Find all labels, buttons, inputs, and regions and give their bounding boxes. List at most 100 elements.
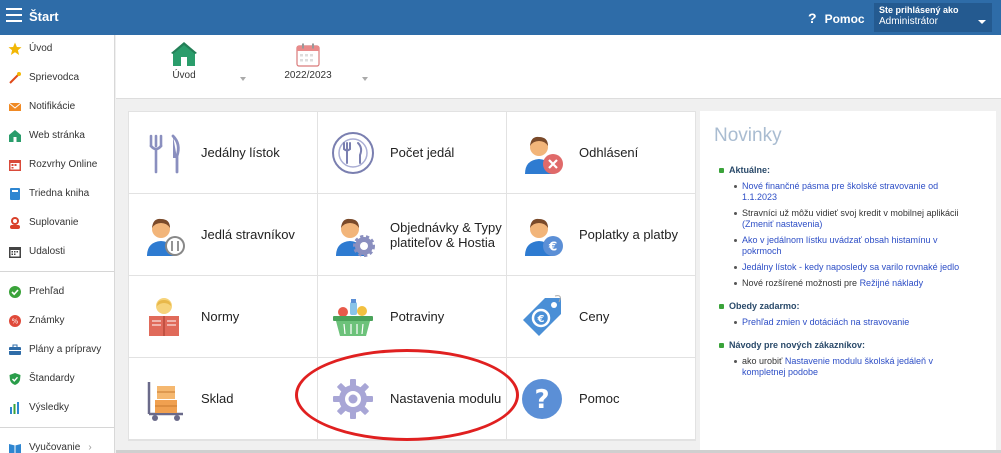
- tile-grid: Jedálny lístok Počet jedál Odhlásení Jed…: [128, 111, 696, 441]
- tile-label: Ceny: [579, 309, 610, 324]
- sidebar-item-label: Štandardy: [29, 373, 75, 384]
- sidebar-item-suplovanie[interactable]: Suplovanie: [0, 208, 114, 237]
- news-link[interactable]: Nové finančné pásma pre školské stravova…: [742, 181, 938, 202]
- tile-label: Počet jedál: [390, 145, 455, 160]
- news-link[interactable]: Ako v jedálnom lístku uvádzať obsah hist…: [742, 235, 937, 256]
- sidebar-item-sprievodca[interactable]: Sprievodca: [0, 63, 114, 92]
- sidebar-item-label: Web stránka: [29, 130, 85, 141]
- list-item: ako urobiť Nastavenie modulu školská jed…: [734, 356, 964, 378]
- bar-chart-icon: [10, 401, 19, 414]
- news-section-heading: Obedy zadarmo:: [719, 301, 996, 311]
- news-title: Novinky: [714, 125, 782, 146]
- news-section-heading: Návody pre nových zákazníkov:: [719, 340, 996, 350]
- news-panel: Novinky Aktuálne: Nové finančné pásma pr…: [700, 111, 996, 451]
- news-list: Nové finančné pásma pre školské stravova…: [734, 181, 964, 289]
- person-euro-icon: €: [525, 218, 563, 256]
- svg-text:€: €: [548, 239, 557, 253]
- tile-label: Normy: [201, 309, 240, 324]
- tile-ceny[interactable]: € Ceny: [507, 276, 695, 357]
- user-logged-in-label: Ste prihlásený ako: [879, 5, 959, 15]
- user-role: Administrátor: [879, 16, 938, 27]
- svg-text:?: ?: [534, 385, 549, 415]
- svg-text:%: %: [12, 317, 19, 325]
- sidebar-item-uvod[interactable]: Úvod: [0, 34, 114, 63]
- tile-nastavenia-modulu[interactable]: Nastavenia modulu: [318, 358, 506, 439]
- quick-item-label: Úvod: [172, 70, 196, 81]
- sidebar-item-label: Úvod: [29, 43, 53, 54]
- news-section-heading: Aktuálne:: [719, 165, 996, 175]
- sidebar-item-vyucovanie[interactable]: Vyučovanie ›: [0, 433, 114, 453]
- sidebar-divider: [0, 427, 114, 428]
- sidebar-item-label: Sprievodca: [29, 72, 80, 83]
- envelope-icon: [8, 102, 22, 111]
- sidebar-item-label: Triedna kniha: [29, 188, 90, 199]
- tile-poplatky-a-platby[interactable]: € Poplatky a platby: [507, 194, 695, 275]
- help-button[interactable]: ? Pomoc: [808, 10, 865, 26]
- list-item: Nové rozšírené možnosti pre Režijné nákl…: [734, 278, 964, 289]
- warehouse-cart-icon: [147, 381, 183, 421]
- sidebar-item-vysledky[interactable]: Výsledky: [0, 393, 114, 422]
- chevron-right-icon: ›: [88, 442, 92, 453]
- news-link[interactable]: Režijné náklady: [860, 278, 924, 288]
- sidebar-item-standardy[interactable]: Štandardy: [0, 364, 114, 393]
- tile-label: Jedlá stravníkov: [201, 227, 295, 242]
- help-circle-icon: ?: [522, 378, 562, 419]
- sidebar-item-udalosti[interactable]: Udalosti: [0, 237, 114, 266]
- sidebar-item-label: Udalosti: [29, 246, 66, 257]
- briefcase-icon: [9, 344, 21, 355]
- sidebar-item-label: Známky: [29, 315, 65, 326]
- book-icon: [10, 187, 20, 200]
- book-open-icon: [9, 443, 21, 453]
- plate-icon: [332, 131, 374, 174]
- news-link[interactable]: Jedálny lístok - kedy naposledy sa varil…: [742, 262, 959, 272]
- home-icon: [171, 42, 197, 66]
- price-tag-icon: €: [523, 294, 561, 336]
- sidebar-item-label: Vyučovanie: [29, 442, 81, 453]
- tile-label: Jedálny lístok: [201, 145, 280, 160]
- quick-item-label: 2022/2023: [284, 70, 332, 81]
- news-link[interactable]: Prehľad zmien v dotáciách na stravovanie: [742, 317, 909, 327]
- tile-label: Potraviny: [390, 309, 445, 324]
- wand-icon: [9, 71, 21, 84]
- tile-objednavky[interactable]: Objednávky & Typy platiteľov & Hostia: [318, 194, 506, 275]
- tile-normy[interactable]: Normy: [129, 276, 317, 357]
- tile-label: Objednávky & Typy platiteľov & Hostia: [390, 219, 502, 250]
- news-list: Prehľad zmien v dotáciách na stravovanie: [734, 317, 964, 328]
- news-link[interactable]: (Zmeniť nastavenia): [742, 219, 822, 229]
- list-item: Ako v jedálnom lístku uvádzať obsah hist…: [734, 235, 964, 257]
- tile-label: Nastavenia modulu: [390, 391, 502, 406]
- chevron-down-icon: [240, 77, 246, 81]
- person-cancel-icon: [525, 136, 563, 174]
- sidebar-item-prehlad[interactable]: Prehľad: [0, 277, 114, 306]
- tile-potraviny[interactable]: Potraviny: [318, 276, 506, 357]
- sidebar-item-web-stranka[interactable]: Web stránka: [0, 121, 114, 150]
- tile-jedla-stravnikov[interactable]: Jedlá stravníkov: [129, 194, 317, 275]
- reader-icon: [149, 297, 179, 336]
- news-text: Stravníci už môžu vidieť svoj kredit v m…: [742, 208, 959, 218]
- quick-item-school-year[interactable]: 2022/2023: [278, 42, 368, 81]
- sidebar-item-notifikacie[interactable]: Notifikácie: [0, 92, 114, 121]
- cutlery-icon: [149, 134, 180, 173]
- news-text: Nové rozšírené možnosti pre: [742, 278, 860, 288]
- tile-jedalny-listok[interactable]: Jedálny lístok: [129, 112, 317, 193]
- user-dropdown[interactable]: Ste prihlásený ako Administrátor: [874, 3, 992, 32]
- tile-sklad[interactable]: Sklad: [129, 358, 317, 439]
- hamburger-menu-icon[interactable]: [6, 8, 22, 22]
- tile-label: Pomoc: [579, 391, 620, 406]
- sidebar-divider: [0, 271, 114, 272]
- tile-odhlaseni[interactable]: Odhlásení: [507, 112, 695, 193]
- page-title: Štart: [29, 9, 59, 24]
- sidebar-item-znamky[interactable]: % Známky: [0, 306, 114, 335]
- sidebar-item-rozvrhy-online[interactable]: Rozvrhy Online: [0, 150, 114, 179]
- list-item: Nové finančné pásma pre školské stravova…: [734, 181, 964, 203]
- sidebar-item-label: Notifikácie: [29, 101, 76, 112]
- sidebar-item-triedna-kniha[interactable]: Triedna kniha: [0, 179, 114, 208]
- calendar-grid-icon: [9, 246, 21, 258]
- sidebar-item-label: Rozvrhy Online: [29, 159, 98, 170]
- person-icon: [10, 216, 20, 229]
- quick-item-home[interactable]: Úvod: [162, 42, 246, 81]
- tile-pomoc[interactable]: ? Pomoc: [507, 358, 695, 439]
- tile-pocet-jedal[interactable]: Počet jedál: [318, 112, 506, 193]
- sidebar-item-plany-a-pripravy[interactable]: Plány a prípravy: [0, 335, 114, 364]
- person-cutlery-icon: [147, 218, 185, 256]
